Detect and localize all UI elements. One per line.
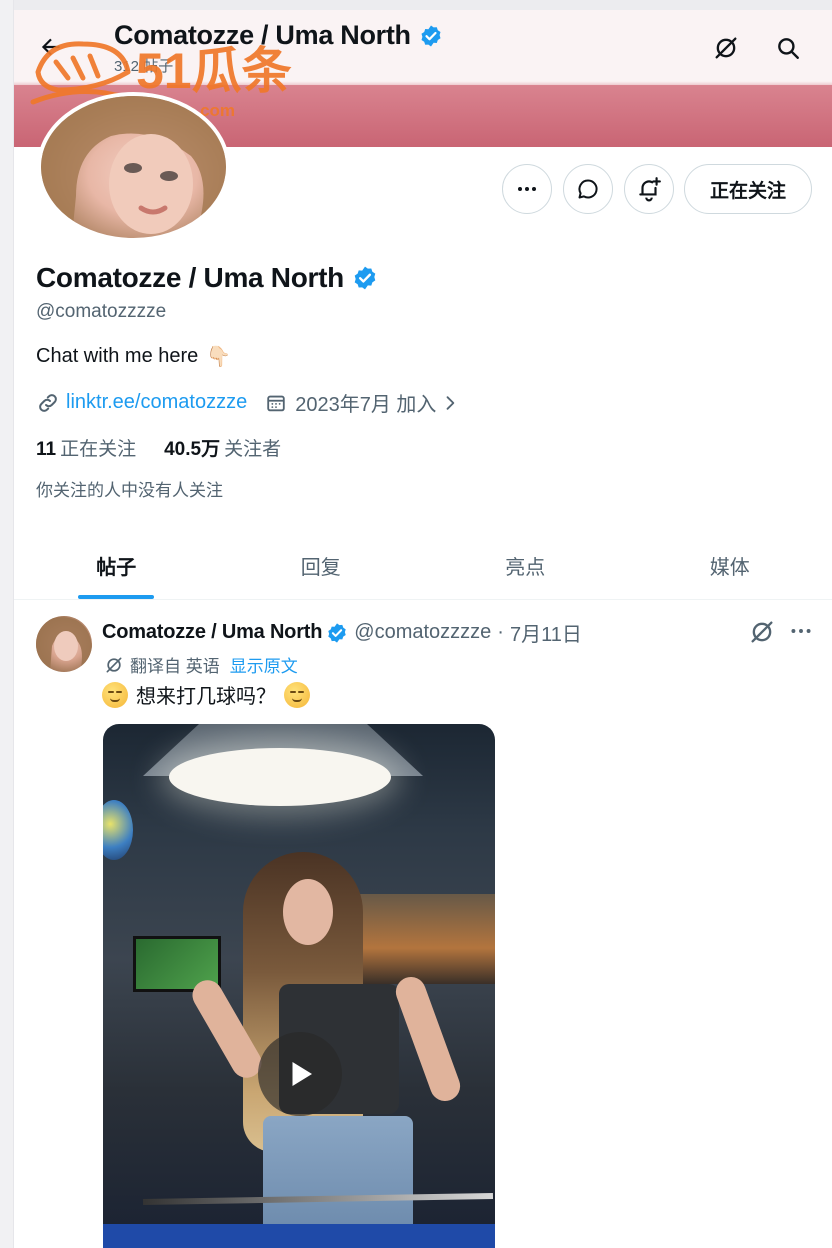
- back-button[interactable]: [34, 30, 68, 64]
- header-name: Comatozze / Uma North: [114, 20, 411, 50]
- post-separator: ·: [497, 621, 504, 643]
- show-original-link[interactable]: 显示原文: [230, 652, 298, 677]
- play-button[interactable]: [258, 1032, 342, 1116]
- followers-stat[interactable]: 40.5万 关注者: [164, 434, 281, 461]
- pointing-down-emoji: 👇🏻: [206, 346, 232, 368]
- post-avatar[interactable]: [36, 616, 92, 672]
- globe-light: [103, 800, 133, 860]
- person-face: [283, 879, 333, 945]
- profile-avatar[interactable]: [37, 92, 230, 242]
- following-stat[interactable]: 11 正在关注: [36, 434, 136, 461]
- grok-button[interactable]: [710, 32, 742, 64]
- post-text: 想来打几球吗？: [102, 680, 310, 709]
- translation-note: 翻译自 英语 显示原文: [104, 652, 298, 677]
- more-icon: [791, 629, 811, 633]
- post-count: 312 帖子: [114, 58, 174, 75]
- lamp-light: [169, 748, 391, 806]
- bio-text: Chat with me here: [36, 345, 199, 367]
- verified-badge-icon: [328, 622, 346, 643]
- chevron-right-icon[interactable]: [440, 393, 460, 413]
- profile-name-text: Comatozze / Uma North: [36, 262, 344, 293]
- more-button[interactable]: [502, 164, 552, 214]
- post-header: Comatozze / Uma North @comatozzzze · 7月1…: [102, 618, 582, 647]
- notify-button[interactable]: [624, 164, 674, 214]
- message-button[interactable]: [563, 164, 613, 214]
- link-icon: [39, 393, 57, 412]
- window-glow: [353, 894, 495, 984]
- tab-media[interactable]: 媒体: [628, 532, 832, 599]
- following-button[interactable]: 正在关注: [684, 164, 812, 214]
- post-author[interactable]: Comatozze / Uma North: [102, 621, 322, 644]
- following-count: 11: [36, 439, 57, 460]
- followed-by-note: 你关注的人中没有人关注: [36, 481, 223, 500]
- wink-emoji: [284, 681, 310, 708]
- grok-icon: [106, 657, 122, 672]
- avatar-photo: [41, 96, 226, 238]
- grok-icon: [751, 621, 773, 643]
- smirk-emoji: [102, 681, 128, 708]
- person-jeans: [263, 1116, 413, 1236]
- profile-bio: Chat with me here 👇🏻: [36, 344, 231, 369]
- verified-badge-icon[interactable]: [352, 265, 378, 291]
- search-icon: [778, 38, 799, 59]
- post-video[interactable]: [103, 724, 495, 1248]
- followers-count: 40.5万: [164, 439, 221, 460]
- profile-name: Comatozze / Uma North: [36, 262, 378, 294]
- window-top-edge: [0, 0, 832, 10]
- profile-meta: linktr.ee/comatozzze 2023年7月 加入: [36, 388, 460, 417]
- bell-plus-icon: [639, 177, 661, 202]
- profile-header: Comatozze / Uma North 312 帖子: [14, 10, 832, 82]
- post-date[interactable]: 7月11日: [510, 618, 582, 647]
- more-icon: [518, 187, 536, 191]
- translated-from: 翻译自 英语: [130, 657, 220, 676]
- grok-icon: [715, 37, 737, 59]
- post-body: 想来打几球吗？: [136, 686, 276, 708]
- tab-replies[interactable]: 回复: [219, 532, 424, 599]
- post-handle[interactable]: @comatozzzze: [354, 621, 491, 644]
- calendar-icon: [267, 395, 285, 411]
- join-date[interactable]: 2023年7月 加入: [295, 388, 436, 417]
- profile-handle: @comatozzzze: [36, 301, 167, 322]
- search-button[interactable]: [772, 32, 804, 64]
- window-left-edge: [0, 0, 14, 1248]
- post-grok-button[interactable]: [748, 618, 776, 646]
- tab-posts[interactable]: 帖子: [14, 532, 219, 599]
- header-title: Comatozze / Uma North: [114, 20, 443, 51]
- post-more-button[interactable]: [788, 618, 814, 644]
- person-arm-right: [391, 972, 465, 1106]
- following-label: 正在关注: [60, 439, 137, 460]
- profile-link[interactable]: linktr.ee/comatozzze: [66, 391, 247, 414]
- play-icon: [292, 1062, 312, 1086]
- verified-badge-icon: [421, 25, 441, 46]
- followers-label: 关注者: [224, 439, 282, 460]
- arrow-left-icon: [41, 38, 60, 56]
- follow-stats: 11 正在关注 40.5万 关注者: [36, 434, 281, 461]
- message-icon: [578, 179, 598, 199]
- post-avatar-photo: [36, 617, 92, 672]
- pool-table-edge: [103, 1224, 495, 1248]
- tab-highlights[interactable]: 亮点: [423, 532, 628, 599]
- profile-tabs: 帖子 回复 亮点 媒体: [14, 532, 832, 600]
